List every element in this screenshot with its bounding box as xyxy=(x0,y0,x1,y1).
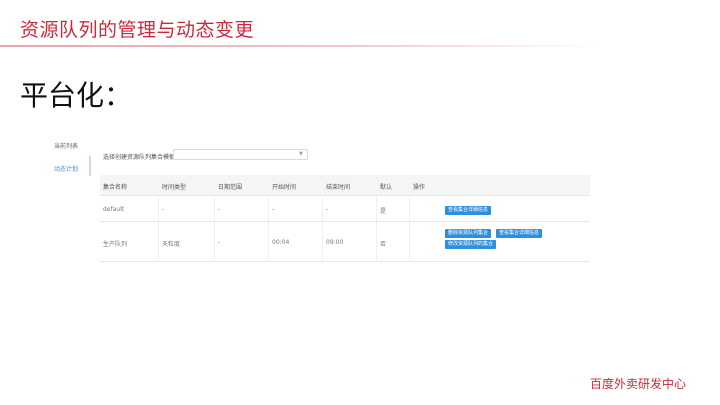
edit-queue-collection-button[interactable]: 修改资源队列的集合 xyxy=(445,240,497,249)
cell-end-time: - xyxy=(326,206,329,213)
sidebar-active-indicator xyxy=(89,156,91,176)
cell-default: 否 xyxy=(380,241,387,248)
column-header-date-range: 日期范围 xyxy=(218,184,243,191)
delete-queue-collection-button[interactable]: 删除资源队列集合 xyxy=(445,229,492,238)
cell-name: 生产队列 xyxy=(103,241,128,248)
section-heading: 平台化： xyxy=(20,79,133,112)
column-header-start-time: 开始时间 xyxy=(272,184,297,191)
cell-date-range: - xyxy=(218,239,221,246)
cell-default: 是 xyxy=(380,208,387,215)
cell-end-time: 09:00 xyxy=(326,239,344,246)
column-header-end-time: 结束时间 xyxy=(326,184,351,191)
chevron-down-icon: ▼ xyxy=(299,151,303,157)
table-row: default - - - - 是 查看集合详细信息 xyxy=(100,195,590,221)
view-collection-details-button[interactable]: 查看集合详细信息 xyxy=(496,229,543,238)
cell-name: default xyxy=(103,206,125,213)
slide-title: 资源队列的管理与动态变更 xyxy=(20,19,255,41)
column-header-actions: 操作 xyxy=(413,184,426,191)
view-collection-details-button[interactable]: 查看集合详细信息 xyxy=(445,206,492,215)
sidebar-item-current-list[interactable]: 当前列表 xyxy=(54,141,78,150)
sidebar: 当前列表 动态计划 xyxy=(50,130,91,270)
column-header-default: 默认 xyxy=(380,184,393,191)
cell-time-type: - xyxy=(162,206,165,213)
sidebar-item-dynamic-plan[interactable]: 动态计划 xyxy=(54,164,78,173)
template-select[interactable]: ▼ xyxy=(173,149,308,160)
cell-time-type: 天粒度 xyxy=(162,241,181,248)
cell-start-time: 00:04 xyxy=(272,239,290,246)
screenshot-panel: 当前列表 动态计划 选择创建资源队列集合模板: ▼ 集合名称 时间类型 日期范围… xyxy=(50,130,595,270)
column-header-time-type: 时间类型 xyxy=(162,184,187,191)
table-row: 生产队列 天粒度 - 00:04 09:00 否 删除资源队列集合 查看集合详细… xyxy=(100,222,590,261)
template-select-label: 选择创建资源队列集合模板: xyxy=(103,154,178,161)
title-divider xyxy=(0,45,600,47)
footer-brand: 百度外卖研发中心 xyxy=(589,377,686,391)
cell-start-time: - xyxy=(272,206,275,213)
cell-date-range: - xyxy=(218,206,221,213)
column-header-name: 集合名称 xyxy=(103,184,128,191)
table-header: 集合名称 时间类型 日期范围 开始时间 结束时间 默认 操作 xyxy=(100,175,590,196)
collection-table: 集合名称 时间类型 日期范围 开始时间 结束时间 默认 操作 default -… xyxy=(100,175,590,262)
